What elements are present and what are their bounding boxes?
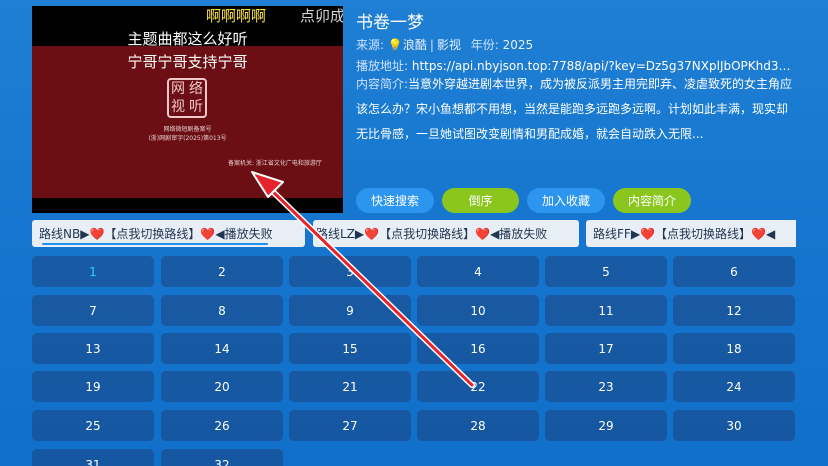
- episode-button-9[interactable]: 9: [289, 295, 411, 326]
- episode-button-21[interactable]: 21: [289, 371, 411, 402]
- seal-char: 网: [171, 81, 185, 97]
- url-value: https://api.nbyjson.top:7788/api/?key=Dz…: [411, 59, 798, 73]
- heart-icon: ❤️: [89, 226, 105, 241]
- episode-button-10[interactable]: 10: [417, 295, 539, 326]
- episode-button-18[interactable]: 18: [673, 333, 795, 364]
- heart-icon: ❤️: [640, 226, 655, 241]
- episode-button-5[interactable]: 5: [545, 256, 667, 287]
- filing-line3: 备案机关: 浙江省文化广电和旅游厅: [228, 160, 322, 167]
- play-icon: ▶: [354, 226, 365, 241]
- meta-row: 来源: 💡浪酷 | 影视 年份: 2025: [356, 36, 533, 53]
- heart-icon: ❤️: [364, 226, 380, 241]
- year-label: 年份:: [470, 38, 499, 52]
- episode-button-24[interactable]: 24: [673, 371, 795, 402]
- episode-button-19[interactable]: 19: [32, 371, 154, 402]
- episode-button-14[interactable]: 14: [161, 333, 283, 364]
- video-subtitle-line1: 主题曲都这么好听: [127, 30, 248, 48]
- source-type: 影视: [436, 38, 461, 52]
- year-value: 2025: [502, 38, 534, 52]
- episode-button-23[interactable]: 23: [545, 371, 667, 402]
- add-favorite-button[interactable]: 加入收藏: [527, 188, 605, 213]
- seal-char: 络: [189, 81, 203, 97]
- episode-button-11[interactable]: 11: [545, 295, 667, 326]
- route-switch-text: 【点我切换路线】: [655, 227, 752, 241]
- episode-button-1[interactable]: 1: [32, 256, 154, 287]
- video-top-text: 啊啊啊啊: [206, 7, 267, 25]
- content-intro-button[interactable]: 内容简介: [613, 188, 691, 213]
- desc-text: 当意外穿越进剧本世界，成为被反派男主用完即弃、凌虐致死的女主角应该怎么办？宋小鱼…: [356, 77, 793, 141]
- video-scroll-text: 点卯成: [300, 7, 343, 25]
- episode-button-20[interactable]: 20: [161, 371, 283, 402]
- episode-button-27[interactable]: 27: [289, 410, 411, 441]
- episode-button-7[interactable]: 7: [32, 295, 154, 326]
- episode-button-16[interactable]: 16: [417, 333, 539, 364]
- episode-button-32[interactable]: 32: [161, 449, 283, 466]
- filing-line1: 网络微短剧备案号: [163, 126, 212, 133]
- episode-button-26[interactable]: 26: [161, 410, 283, 441]
- route-tab-lz[interactable]: 路线LZ ▶ ❤️ 【点我切换路线】 ❤️ ◀播放失败: [313, 220, 579, 247]
- route-fail-text: ◀播放失败: [215, 227, 273, 241]
- video-player[interactable]: 啊啊啊啊 点卯成 主题曲都这么好听 宁哥宁哥支持宁哥 网 络 视 听 网络微短剧…: [32, 6, 343, 213]
- route-tab-ff[interactable]: 路线FF ▶ ❤️ 【点我切换路线】 ❤️ ◀: [586, 220, 796, 247]
- route-switch-text: 【点我切换路线】: [104, 227, 201, 241]
- heart-icon: ❤️: [751, 226, 766, 241]
- video-subtitle-line2: 宁哥宁哥支持宁哥: [127, 53, 248, 71]
- episode-button-28[interactable]: 28: [417, 410, 539, 441]
- episode-button-22[interactable]: 22: [417, 371, 539, 402]
- episode-button-31[interactable]: 31: [32, 449, 154, 466]
- url-label: 播放地址:: [356, 59, 409, 73]
- source-label: 来源:: [356, 38, 385, 52]
- seal-logo: 网 络 视 听: [167, 78, 207, 118]
- lightbulb-icon: 💡: [387, 38, 403, 52]
- seal-char: 视: [171, 99, 185, 115]
- active-route-indicator: [42, 243, 268, 245]
- episode-button-29[interactable]: 29: [545, 410, 667, 441]
- divider: |: [429, 38, 434, 52]
- route-name: 路线NB: [39, 227, 81, 241]
- episode-button-25[interactable]: 25: [32, 410, 154, 441]
- episode-button-17[interactable]: 17: [545, 333, 667, 364]
- seal-char: 听: [189, 99, 203, 115]
- play-icon: ▶: [80, 226, 90, 241]
- heart-icon: ❤️: [200, 226, 216, 241]
- episode-button-6[interactable]: 6: [673, 256, 795, 287]
- video-title: 书卷一梦: [356, 13, 424, 33]
- source-name: 浪酷: [402, 38, 427, 52]
- episode-button-13[interactable]: 13: [32, 333, 154, 364]
- desc-label: 内容简介:: [356, 77, 409, 91]
- filing-line2: (浙)网剧审字(2025)第013号: [148, 135, 227, 142]
- route-switch-text: 【点我切换路线】: [379, 227, 476, 241]
- heart-icon: ❤️: [475, 226, 491, 241]
- episode-button-2[interactable]: 2: [161, 256, 283, 287]
- route-name: 路线FF: [593, 227, 631, 241]
- reverse-order-button[interactable]: 倒序: [442, 188, 519, 213]
- route-fail-text: ◀播放失败: [490, 227, 548, 241]
- episode-button-4[interactable]: 4: [417, 256, 539, 287]
- episode-button-15[interactable]: 15: [289, 333, 411, 364]
- route-name: 路线LZ: [316, 227, 355, 241]
- episode-button-3[interactable]: 3: [289, 256, 411, 287]
- route-fail-text: ◀: [765, 226, 776, 241]
- quick-search-button[interactable]: 快速搜索: [356, 188, 434, 213]
- episode-button-30[interactable]: 30: [673, 410, 795, 441]
- action-bar: 快速搜索 倒序 加入收藏 内容简介: [356, 188, 691, 213]
- episode-button-8[interactable]: 8: [161, 295, 283, 326]
- episode-button-12[interactable]: 12: [673, 295, 795, 326]
- play-icon: ▶: [630, 226, 641, 241]
- description: 内容简介:当意外穿越进剧本世界，成为被反派男主用完即弃、凌虐致死的女主角应该怎么…: [356, 72, 798, 147]
